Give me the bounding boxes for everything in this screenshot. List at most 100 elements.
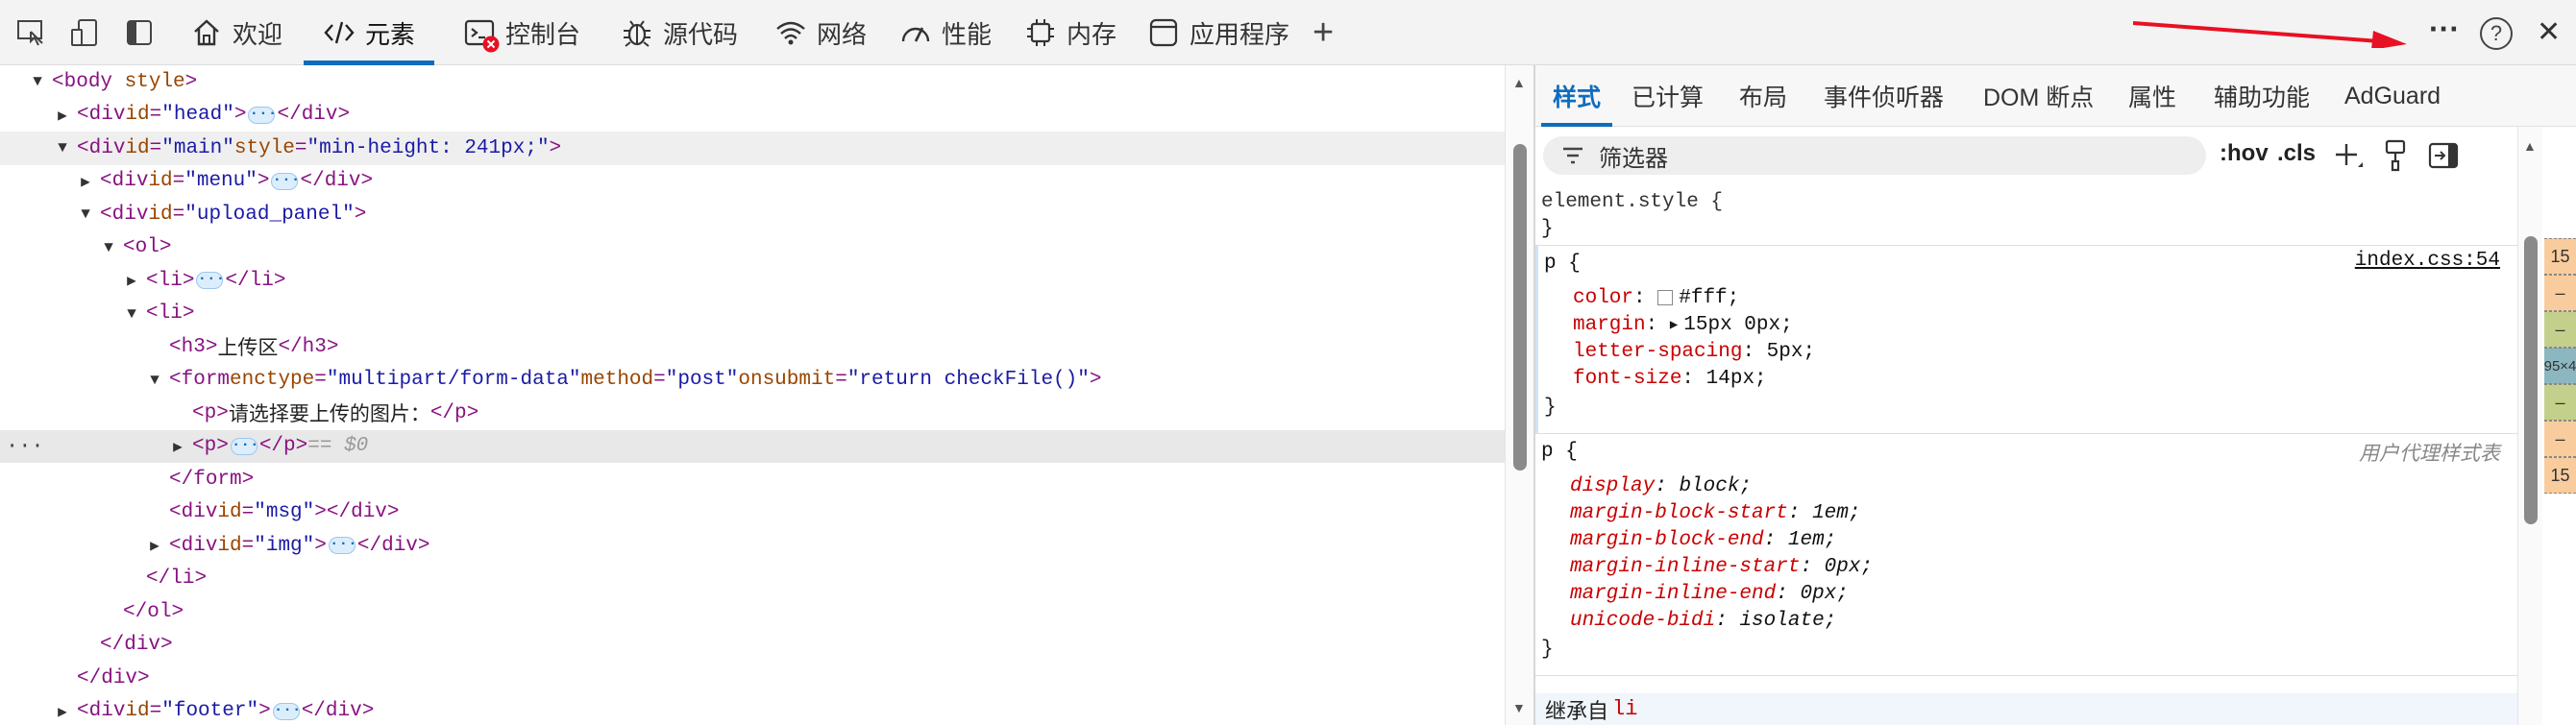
tab-console[interactable]: 控制台	[463, 0, 580, 65]
box-model-margin[interactable]: 15	[2544, 238, 2576, 275]
rule-selector[interactable]: p {	[1544, 250, 1581, 277]
scrollbar-thumb[interactable]	[1513, 144, 1527, 471]
dom-node-h3[interactable]: < h3 > 上传区 </h3 >	[0, 330, 1505, 364]
expanded-triangle-icon[interactable]: ▼	[100, 239, 117, 256]
collapsed-triangle-icon[interactable]: ▶	[169, 437, 186, 456]
tab-sources[interactable]: 源代码	[621, 0, 738, 65]
rule-selector[interactable]: p {	[1541, 438, 1578, 465]
box-model-margin[interactable]: –	[2544, 275, 2576, 311]
help-button[interactable]: ?	[2480, 17, 2513, 50]
css-declaration[interactable]: font-size: 14px;	[1573, 365, 1767, 392]
ellipsis-badge[interactable]: ···	[248, 106, 277, 124]
tab-label: 源代码	[663, 19, 739, 49]
tab-adguard[interactable]: AdGuard	[2344, 65, 2441, 127]
dom-node-div-footer[interactable]: ▶ < div id = "footer" > ··· </div >	[0, 695, 1505, 725]
collapsed-triangle-icon[interactable]: ▶	[77, 172, 94, 191]
tab-elements[interactable]: 元素	[304, 0, 435, 65]
expanded-triangle-icon[interactable]: ▼	[54, 139, 71, 157]
tab-network[interactable]: 网络	[774, 0, 867, 65]
stylesheet-link[interactable]: index.css:54	[2355, 250, 2500, 272]
toggle-sidebar-icon[interactable]	[123, 16, 156, 49]
scroll-down-arrow-icon[interactable]: ▼	[1512, 700, 1526, 715]
devtools-toolbar: 欢迎 元素 控制台 源代码 网络 性能 内存 应用程序 + ··· ? ✕	[0, 0, 2576, 65]
ellipsis-badge[interactable]: ···	[271, 172, 300, 190]
more-tools-button[interactable]: ···	[2429, 12, 2460, 47]
scroll-up-arrow-icon[interactable]: ▲	[2523, 138, 2537, 154]
css-declaration[interactable]: color: #fff;	[1573, 284, 1739, 311]
box-model-padding[interactable]: –	[2544, 311, 2576, 348]
dom-node-form[interactable]: ▼ < form enctype = "multipart/form-data" met…	[0, 364, 1505, 398]
ellipsis-badge[interactable]: ···	[328, 536, 357, 555]
dom-node-div-menu[interactable]: ▶ < div id = "menu" > ··· </div >	[0, 165, 1505, 199]
expanded-triangle-icon[interactable]: ▼	[123, 305, 140, 323]
inherited-element-link[interactable]: li	[1612, 697, 1637, 721]
tab-dom-breakpoints[interactable]: DOM 断点	[1983, 65, 2094, 127]
expanded-triangle-icon[interactable]: ▼	[29, 73, 46, 90]
dom-node-form-close[interactable]: </form >	[0, 463, 1505, 496]
dom-node-ol[interactable]: ▼ < ol >	[0, 231, 1505, 265]
tab-application[interactable]: 应用程序	[1147, 0, 1289, 65]
tab-accessibility[interactable]: 辅助功能	[2214, 65, 2310, 127]
box-model-content[interactable]: 95×4	[2544, 348, 2576, 384]
box-model-padding[interactable]: –	[2544, 384, 2576, 421]
element-style-selector[interactable]: element.style {	[1541, 188, 1723, 215]
toggle-computed-sidebar-icon[interactable]	[2427, 140, 2460, 171]
dom-node-div-close[interactable]: </div >	[0, 629, 1505, 663]
color-swatch[interactable]	[1657, 290, 1674, 305]
new-style-rule-icon[interactable]	[2333, 140, 2366, 173]
tab-computed[interactable]: 已计算	[1631, 65, 1704, 127]
tab-styles[interactable]: 样式	[1540, 65, 1613, 127]
dom-node-div-upload-panel[interactable]: ▼ < div id = "upload_panel" >	[0, 198, 1505, 231]
collapsed-triangle-icon[interactable]: ▶	[146, 536, 163, 555]
dom-node-div-main[interactable]: ▼ < div id = "main" style = "min-height: 241px…	[0, 132, 1505, 165]
css-declaration: margin-inline-end: 0px;	[1570, 582, 1849, 605]
tab-layout[interactable]: 布局	[1739, 65, 1787, 127]
tab-properties[interactable]: 属性	[2128, 65, 2176, 127]
ellipsis-badge[interactable]: ···	[272, 702, 302, 720]
inspect-element-icon[interactable]	[15, 16, 48, 49]
box-model-margin[interactable]: –	[2544, 421, 2576, 457]
ellipsis-badge[interactable]: ···	[230, 437, 259, 455]
expanded-triangle-icon[interactable]: ▼	[77, 205, 94, 223]
dom-tree-scrollbar[interactable]: ▲ ▼	[1505, 65, 1533, 725]
dom-tree: ▼ < body style > ▶ < div id = "head" > ··· </div > …	[0, 65, 1509, 725]
css-declaration: display: block;	[1570, 474, 1753, 497]
class-toggle-button[interactable]: .cls	[2277, 140, 2316, 167]
hover-state-button[interactable]: :hov	[2220, 140, 2269, 167]
dom-node-body[interactable]: ▼ < body style >	[0, 65, 1505, 99]
dom-node-p-text[interactable]: < p > 请选择要上传的图片： </p >	[0, 397, 1505, 430]
tab-welcome[interactable]: 欢迎	[190, 0, 282, 65]
tab-performance[interactable]: 性能	[899, 0, 992, 65]
scrollbar-thumb[interactable]	[2524, 236, 2538, 524]
error-badge-icon	[482, 36, 500, 53]
collapsed-triangle-icon[interactable]: ▶	[54, 702, 71, 721]
dom-node-li[interactable]: ▼ < li >	[0, 298, 1505, 331]
tab-memory[interactable]: 内存	[1024, 0, 1116, 65]
add-tab-button[interactable]: +	[1313, 0, 1334, 65]
scroll-up-arrow-icon[interactable]: ▲	[1512, 75, 1526, 90]
style-rule-index-css: p { index.css:54 color: #fff; margin: ▶ 1…	[1535, 246, 2517, 434]
css-declaration[interactable]: margin: ▶ 15px 0px;	[1573, 311, 1793, 338]
dom-node-li[interactable]: ▶ < li > ··· </li >	[0, 264, 1505, 298]
collapsed-triangle-icon[interactable]: ▶	[123, 271, 140, 290]
dom-node-div-head[interactable]: ▶ < div id = "head" > ··· </div >	[0, 99, 1505, 133]
box-model-margin[interactable]: 15	[2544, 457, 2576, 494]
dom-node-div-msg[interactable]: < div id = "msg" > </div >	[0, 496, 1505, 530]
dom-node-ol-close[interactable]: </ol >	[0, 595, 1505, 629]
tab-event-listeners[interactable]: 事件侦听器	[1824, 65, 1944, 127]
dom-node-li-close[interactable]: </li >	[0, 563, 1505, 596]
ellipsis-badge[interactable]: ···	[196, 271, 225, 290]
styles-scrollbar[interactable]: ▲	[2517, 127, 2542, 725]
expand-shorthand-icon[interactable]: ▶	[1670, 317, 1678, 333]
node-actions-dots[interactable]: ···	[6, 434, 44, 458]
collapsed-triangle-icon[interactable]: ▶	[54, 106, 71, 125]
dom-node-div-close[interactable]: </div >	[0, 662, 1505, 695]
paint-brush-icon[interactable]	[2379, 138, 2412, 173]
device-emulation-icon[interactable]	[69, 16, 102, 49]
dom-node-p-selected[interactable]: ··· ▶ < p > ··· </p > == $0	[0, 429, 1505, 463]
css-declaration[interactable]: letter-spacing: 5px;	[1573, 338, 1815, 365]
close-devtools-button[interactable]: ✕	[2537, 15, 2561, 49]
filter-input[interactable]: 筛选器	[1543, 136, 2206, 175]
expanded-triangle-icon[interactable]: ▼	[146, 372, 163, 389]
dom-node-div-img[interactable]: ▶ < div id = "img" > ··· </div >	[0, 529, 1505, 563]
